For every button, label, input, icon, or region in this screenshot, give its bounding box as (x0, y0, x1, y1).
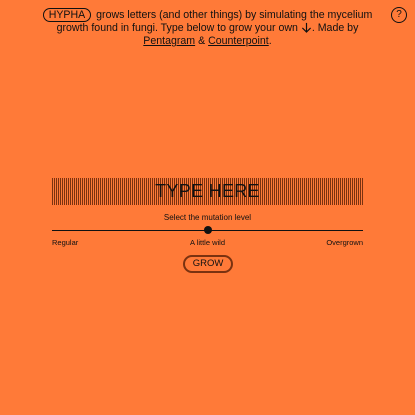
intro-text: HYPHA grows letters (and other things) b… (40, 8, 375, 48)
counterpoint-link[interactable]: Counterpoint (208, 35, 269, 47)
intro-made-by: . Made by (311, 22, 359, 34)
pentagram-link[interactable]: Pentagram (143, 35, 195, 47)
text-input-value: TYPE HERE (155, 181, 260, 201)
help-button[interactable]: ? (391, 7, 407, 23)
mutation-option-overgrown: Overgrown (326, 238, 363, 247)
intro-end: . (268, 35, 272, 47)
intro-amp: & (195, 35, 209, 47)
mutation-label: Select the mutation level (163, 213, 252, 222)
brand-badge: HYPHA (42, 8, 92, 22)
mutation-slider-thumb[interactable] (203, 226, 212, 234)
grow-button[interactable]: GROW (183, 255, 233, 273)
arrow-down-icon (301, 22, 311, 33)
text-input[interactable]: TYPE HERE (52, 178, 363, 205)
